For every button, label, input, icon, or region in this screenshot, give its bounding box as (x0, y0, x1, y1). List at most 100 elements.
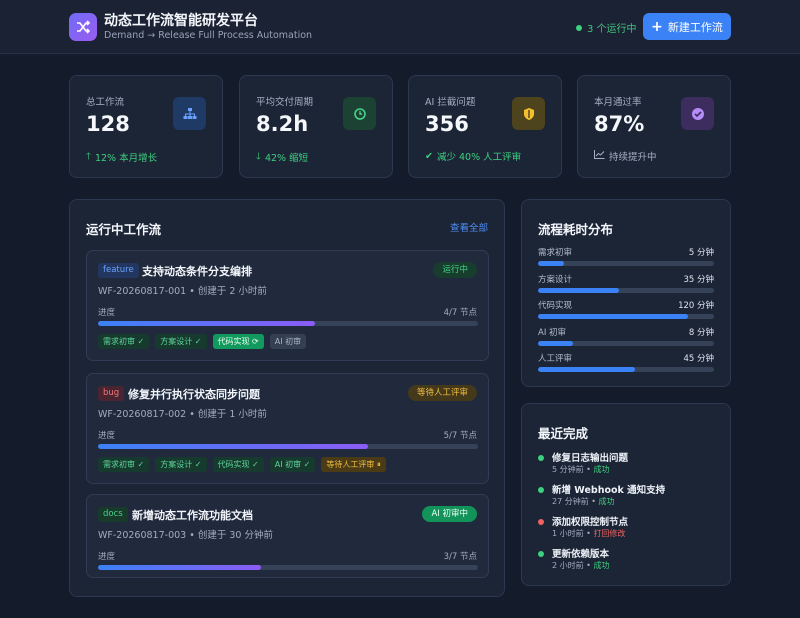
completed-title: 新增 Webhook 通知支持 (552, 485, 666, 496)
check-circle-icon (681, 97, 714, 130)
type-tag: bug (98, 386, 125, 401)
success-dot-icon (538, 455, 544, 461)
stage-name: 代码实现 (538, 301, 573, 311)
progress-bar (98, 565, 478, 570)
shuffle-logo-icon (69, 13, 97, 41)
progress-label: 进度 (98, 431, 116, 441)
stat-card-cycle: 平均交付周期 8.2h 🡓 42% 缩短 (239, 75, 393, 178)
error-dot-icon (538, 519, 544, 525)
stat-change: ✔ 减少 40% 人工评审 (425, 149, 522, 164)
stat-change: 持续提升中 (594, 149, 657, 163)
stat-label: 本月通过率 (594, 97, 642, 108)
duration-fill (538, 367, 635, 372)
stat-change: 🡓 42% 缩短 (256, 149, 308, 165)
progress-fill (98, 321, 315, 326)
stage-chip: 代码实现 ⟳ (212, 334, 264, 349)
stage-duration: 8 分钟 (688, 328, 714, 338)
progress-label: 进度 (98, 552, 116, 562)
running-count: 3 个运行中 (587, 24, 637, 35)
duration-bar (538, 367, 714, 372)
progress-fill (98, 444, 368, 449)
workflow-name: 修复并行执行状态同步问题 (128, 388, 260, 401)
duration-bar (538, 261, 714, 266)
stat-label: AI 拦截问题 (425, 97, 476, 108)
stage-name: 人工评审 (538, 354, 573, 364)
panel-title: 运行中工作流 (86, 222, 162, 237)
stage-duration: 45 分钟 (683, 354, 714, 364)
duration-fill (538, 314, 688, 319)
arrow-up-icon: 🡑 (86, 151, 91, 162)
panel-title: 最近完成 (538, 426, 589, 441)
stage-chip: 方案设计 ✓ (155, 457, 207, 472)
app-title: 动态工作流智能研发平台 (104, 13, 258, 29)
progress-fill (98, 565, 262, 570)
stage-list: 需求初审 ✓ 方案设计 ✓ 代码实现 ✓ AI 初审 ✓ 等待人工评审 ⏸ (98, 457, 386, 472)
new-workflow-label: 新建工作流 (667, 20, 723, 34)
plus-icon: + (651, 18, 663, 35)
stage-name: AI 初审 (538, 328, 567, 338)
duration-bar (538, 288, 714, 293)
status-dot-icon (576, 24, 582, 31)
stat-card-pass: 本月通过率 87% 持续提升中 (577, 75, 731, 178)
progress-label: 进度 (98, 308, 116, 318)
completed-meta: 2 小时前 • 成功 (552, 560, 609, 571)
workflow-meta: WF-20260817-002 • 创建于 1 小时前 (98, 409, 267, 420)
stage-chip: AI 初审 ✓ (269, 457, 316, 472)
completed-title: 更新依赖版本 (552, 549, 610, 560)
stage-chip: 需求初审 ✓ (98, 457, 150, 472)
workflow-card[interactable]: feature 支持动态条件分支编排 WF-20260817-001 • 创建于… (86, 250, 489, 361)
app-subtitle: Demand → Release Full Process Automation (104, 30, 313, 41)
stat-value: 128 (86, 112, 130, 136)
completed-time: 5 分钟前 • (552, 465, 594, 474)
stage-duration: 120 分钟 (678, 301, 714, 311)
stat-label: 平均交付周期 (256, 97, 314, 108)
recent-completed-panel: 最近完成 修复日志输出问题 5 分钟前 • 成功 新增 Webhook 通知支持… (521, 403, 731, 586)
panel-title: 流程耗时分布 (538, 222, 614, 237)
completed-meta: 27 分钟前 • 成功 (552, 496, 615, 507)
shield-icon (512, 97, 545, 130)
progress-count: 3/7 节点 (443, 552, 477, 562)
progress-count: 4/7 节点 (443, 308, 477, 318)
stage-chip: 方案设计 ✓ (155, 334, 207, 349)
type-tag: docs (98, 507, 128, 522)
progress-bar (98, 321, 478, 326)
progress-bar (98, 444, 478, 449)
check-icon: ✔ (425, 150, 433, 162)
completed-result: 打回修改 (593, 529, 626, 538)
stage-duration: 35 分钟 (683, 275, 714, 285)
stat-change-text: 减少 40% 人工评审 (436, 152, 522, 163)
status-badge: 等待人工评审 (407, 385, 477, 401)
progress-count: 5/7 节点 (443, 431, 477, 441)
completed-title: 添加权限控制节点 (552, 517, 629, 528)
status-badge: 运行中 (433, 262, 477, 278)
workflow-card[interactable]: bug 修复并行执行状态同步问题 WF-20260817-002 • 创建于 1… (86, 373, 489, 484)
stage-duration: 5 分钟 (688, 248, 714, 258)
stage-chip: 需求初审 ✓ (98, 334, 150, 349)
completed-result: 成功 (593, 561, 610, 570)
stage-chip: AI 初审 (269, 334, 307, 349)
stage-chip: 代码实现 ✓ (212, 457, 264, 472)
line-chart-icon (594, 150, 605, 162)
completed-title: 修复日志输出问题 (552, 453, 629, 464)
stage-name: 需求初审 (538, 248, 573, 258)
stat-value: 87% (594, 112, 645, 136)
stat-value: 356 (425, 112, 469, 136)
completed-result: 成功 (593, 465, 610, 474)
success-dot-icon (538, 551, 544, 557)
stat-change-text: 持续提升中 (609, 152, 657, 163)
stage-name: 方案设计 (538, 275, 573, 285)
workflow-card[interactable]: docs 新增动态工作流功能文档 WF-20260817-003 • 创建于 3… (86, 494, 489, 578)
success-dot-icon (538, 487, 544, 493)
running-workflows-panel: 运行中工作流 查看全部 feature 支持动态条件分支编排 WF-202608… (69, 199, 505, 597)
new-workflow-button[interactable]: + 新建工作流 (643, 13, 731, 40)
stat-change-text: 12% 本月增长 (94, 153, 158, 164)
duration-bar (538, 314, 714, 319)
workflow-meta: WF-20260817-003 • 创建于 30 分钟前 (98, 530, 273, 541)
running-status: 3 个运行中 (576, 20, 637, 35)
view-all-link[interactable]: 查看全部 (450, 220, 488, 234)
completed-time: 27 分钟前 • (552, 497, 599, 506)
stage-list: 需求初审 ✓ 方案设计 ✓ 代码实现 ⟳ AI 初审 (98, 334, 307, 349)
workflow-meta: WF-20260817-001 • 创建于 2 小时前 (98, 286, 267, 297)
duration-fill (538, 261, 565, 266)
completed-time: 1 小时前 • (552, 529, 594, 538)
